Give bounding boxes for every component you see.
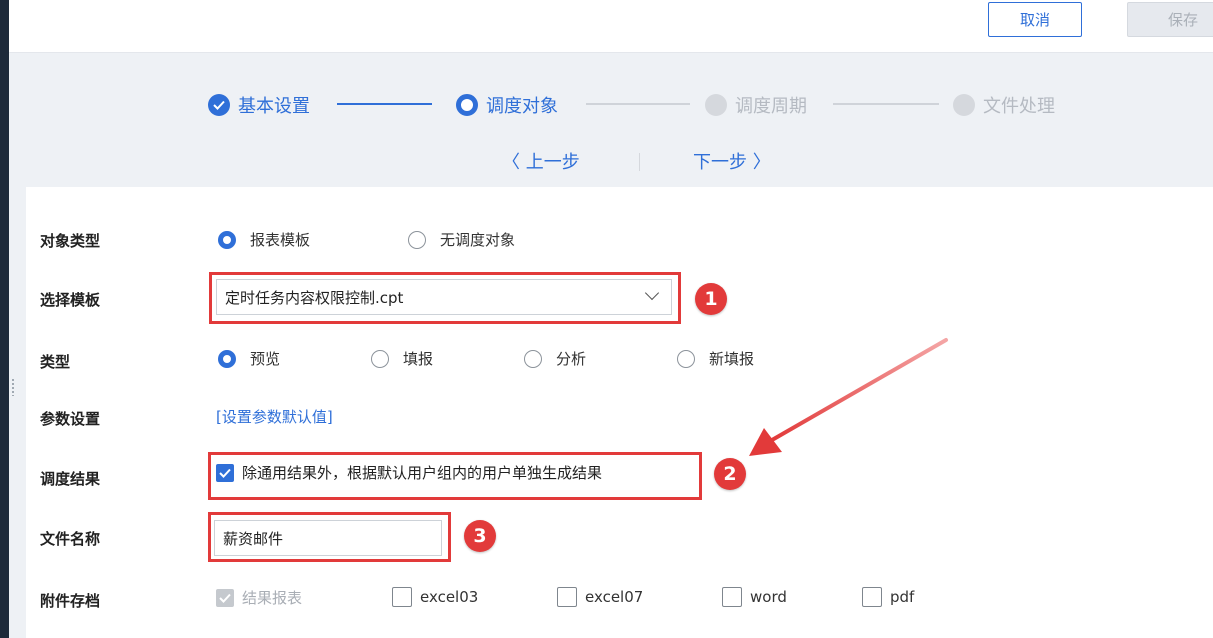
template-select[interactable]: 定时任务内容权限控制.cpt xyxy=(216,279,672,315)
radio-checked-icon xyxy=(218,230,236,249)
checkbox-label: excel03 xyxy=(420,588,479,606)
attachments-label: 附件存档 xyxy=(40,592,101,610)
checkbox-unchecked-icon xyxy=(862,587,882,607)
template-select-value: 定时任务内容权限控制.cpt xyxy=(225,288,404,307)
cancel-button[interactable]: 取消 xyxy=(988,2,1082,37)
attachment-excel03[interactable]: excel03 xyxy=(392,587,478,607)
form-panel xyxy=(26,187,1213,638)
save-button[interactable]: 保存 xyxy=(1127,2,1213,37)
step-schedule-period[interactable]: 调度周期 xyxy=(705,92,807,118)
radio-fill[interactable]: 填报 xyxy=(371,348,433,369)
attachment-pdf[interactable]: pdf xyxy=(862,587,914,607)
step-label: 基本设置 xyxy=(238,96,310,117)
radio-unchecked-icon xyxy=(371,349,389,368)
chevron-down-icon xyxy=(644,285,660,301)
set-default-params-link[interactable]: [设置参数默认值] xyxy=(216,406,333,427)
radio-report-template[interactable]: 报表模板 xyxy=(218,229,310,250)
params-label: 参数设置 xyxy=(40,410,101,428)
resize-grip-icon[interactable] xyxy=(11,378,15,396)
next-step-button[interactable]: 下一步 〉 xyxy=(693,148,771,174)
attachment-result-report: 结果报表 xyxy=(216,587,302,608)
step-label: 调度周期 xyxy=(735,96,807,117)
checkbox-label: word xyxy=(750,588,787,606)
pending-step-icon xyxy=(705,94,727,116)
per-user-result-checkbox[interactable]: 除通用结果外，根据默认用户组内的用户单独生成结果 xyxy=(216,462,602,483)
radio-unchecked-icon xyxy=(408,230,426,249)
checkbox-label: 除通用结果外，根据默认用户组内的用户单独生成结果 xyxy=(242,464,603,482)
step-label: 调度对象 xyxy=(486,96,558,117)
radio-label: 报表模板 xyxy=(250,231,311,249)
annotation-badge-1: 1 xyxy=(695,283,727,315)
checkbox-checked-disabled-icon xyxy=(216,588,234,607)
wizard-stepper: 基本设置 调度对象 调度周期 文件处理 xyxy=(0,86,1213,126)
annotation-badge-3: 3 xyxy=(464,520,496,552)
step-file-processing[interactable]: 文件处理 xyxy=(953,92,1055,118)
radio-new-fill[interactable]: 新填报 xyxy=(677,348,754,369)
type-label: 类型 xyxy=(40,353,71,371)
file-name-label: 文件名称 xyxy=(40,530,101,548)
step-connector xyxy=(337,103,432,105)
step-connector xyxy=(586,103,690,105)
radio-no-object[interactable]: 无调度对象 xyxy=(408,229,515,250)
nav-divider xyxy=(639,153,640,171)
checkbox-unchecked-icon xyxy=(722,587,742,607)
pending-step-icon xyxy=(953,94,975,116)
step-label: 文件处理 xyxy=(983,96,1055,117)
radio-checked-icon xyxy=(218,349,236,368)
checkbox-unchecked-icon xyxy=(392,587,412,607)
radio-preview[interactable]: 预览 xyxy=(218,348,280,369)
checkbox-label: pdf xyxy=(890,588,915,606)
checkbox-unchecked-icon xyxy=(557,587,577,607)
radio-label: 填报 xyxy=(403,350,434,368)
radio-label: 无调度对象 xyxy=(440,231,516,249)
template-label: 选择模板 xyxy=(40,291,101,309)
checkbox-label: 结果报表 xyxy=(242,589,303,607)
radio-unchecked-icon xyxy=(677,349,695,368)
prev-step-button[interactable]: 〈 上一步 xyxy=(502,148,580,174)
checkbox-label: excel07 xyxy=(585,588,644,606)
radio-label: 分析 xyxy=(556,350,587,368)
object-type-label: 对象类型 xyxy=(40,232,101,250)
file-name-input[interactable] xyxy=(214,520,442,556)
current-step-icon xyxy=(456,94,478,116)
step-schedule-object[interactable]: 调度对象 xyxy=(456,92,558,118)
checkbox-checked-icon xyxy=(216,463,234,482)
radio-label: 预览 xyxy=(250,350,281,368)
step-basic-settings[interactable]: 基本设置 xyxy=(208,92,310,118)
attachment-word[interactable]: word xyxy=(722,587,787,607)
step-connector xyxy=(833,103,939,105)
check-circle-icon xyxy=(208,94,230,116)
radio-label: 新填报 xyxy=(709,350,755,368)
attachment-excel07[interactable]: excel07 xyxy=(557,587,643,607)
radio-analysis[interactable]: 分析 xyxy=(524,348,586,369)
annotation-badge-2: 2 xyxy=(714,458,746,490)
radio-unchecked-icon xyxy=(524,349,542,368)
schedule-result-label: 调度结果 xyxy=(40,470,101,488)
